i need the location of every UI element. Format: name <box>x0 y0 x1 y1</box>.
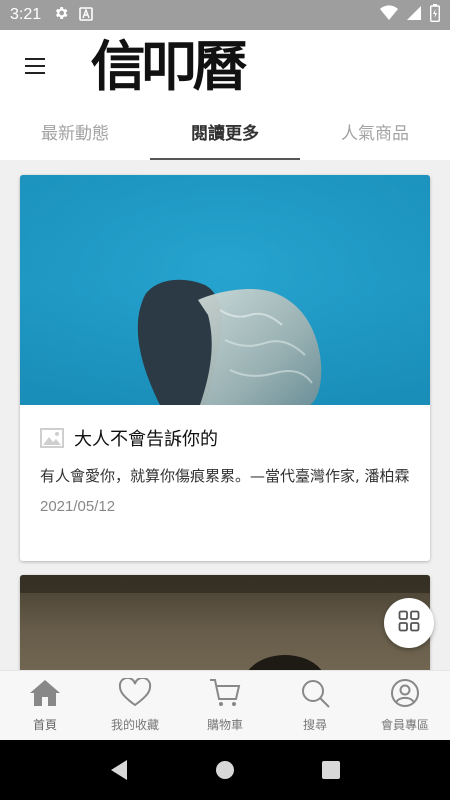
nav-favorites[interactable]: 我的收藏 <box>90 671 180 740</box>
home-circle-icon[interactable] <box>215 760 235 780</box>
a-notification-icon <box>79 6 93 25</box>
hamburger-menu-button[interactable] <box>0 30 70 102</box>
nav-label: 會員專區 <box>380 718 429 732</box>
grid-menu-button[interactable] <box>384 598 434 648</box>
cell-signal-icon <box>406 5 422 25</box>
card-title: 大人不會告訴你的 <box>74 429 218 450</box>
status-bar: 3:21 <box>0 0 450 30</box>
status-icons-right <box>380 4 441 26</box>
settings-icon <box>53 5 69 25</box>
tab-popular-products[interactable]: 人氣商品 <box>300 102 450 160</box>
article-card[interactable]: 大人不會告訴你的 有人會愛你，就算你傷痕累累。—當代臺灣作家, 潘柏霖 2021… <box>20 175 430 561</box>
nav-label: 搜尋 <box>302 718 327 732</box>
heart-icon <box>118 676 152 712</box>
bottom-nav: 首頁 我的收藏 購物車 搜尋 會員專區 <box>0 670 450 740</box>
article-card[interactable] <box>20 575 430 670</box>
battery-icon <box>429 4 441 26</box>
app-logo: 信叩曆 <box>90 34 248 98</box>
recents-icon[interactable] <box>321 760 341 780</box>
tab-bar: 最新動態 閱讀更多 人氣商品 <box>0 102 450 160</box>
tab-read-more[interactable]: 閱讀更多 <box>150 102 300 160</box>
user-icon <box>388 678 422 712</box>
card-title-row: 大人不會告訴你的 <box>40 425 410 451</box>
status-icons-left <box>53 5 93 25</box>
image-icon <box>40 428 64 448</box>
card-description: 有人會愛你，就算你傷痕累累。—當代臺灣作家, 潘柏霖 <box>40 467 410 485</box>
search-icon <box>298 678 332 712</box>
grid-icon <box>398 610 420 636</box>
card-date: 2021/05/12 <box>40 498 116 515</box>
nav-cart[interactable]: 購物車 <box>180 671 270 740</box>
tab-latest-news[interactable]: 最新動態 <box>0 102 150 160</box>
content-feed[interactable]: 大人不會告訴你的 有人會愛你，就算你傷痕累累。—當代臺灣作家, 潘柏霖 2021… <box>0 160 450 670</box>
home-icon <box>28 678 62 712</box>
system-nav-bar <box>0 740 450 800</box>
nav-search[interactable]: 搜尋 <box>270 671 360 740</box>
nav-label: 首頁 <box>32 718 57 732</box>
dark-room-person-photo <box>20 575 430 670</box>
back-icon[interactable] <box>109 759 129 781</box>
nav-member[interactable]: 會員專區 <box>360 671 450 740</box>
hamburger-menu-icon <box>25 58 45 74</box>
status-time: 3:21 <box>10 6 42 23</box>
card-body: 大人不會告訴你的 有人會愛你，就算你傷痕累累。—當代臺灣作家, 潘柏霖 2021… <box>20 405 430 515</box>
nav-home[interactable]: 首頁 <box>0 671 90 740</box>
app-bar: 信叩曆 <box>0 30 450 102</box>
cart-icon <box>208 678 242 712</box>
wifi-icon <box>380 5 398 25</box>
underwater-person-photo <box>20 175 430 405</box>
nav-label: 我的收藏 <box>110 718 159 732</box>
nav-label: 購物車 <box>206 718 243 732</box>
